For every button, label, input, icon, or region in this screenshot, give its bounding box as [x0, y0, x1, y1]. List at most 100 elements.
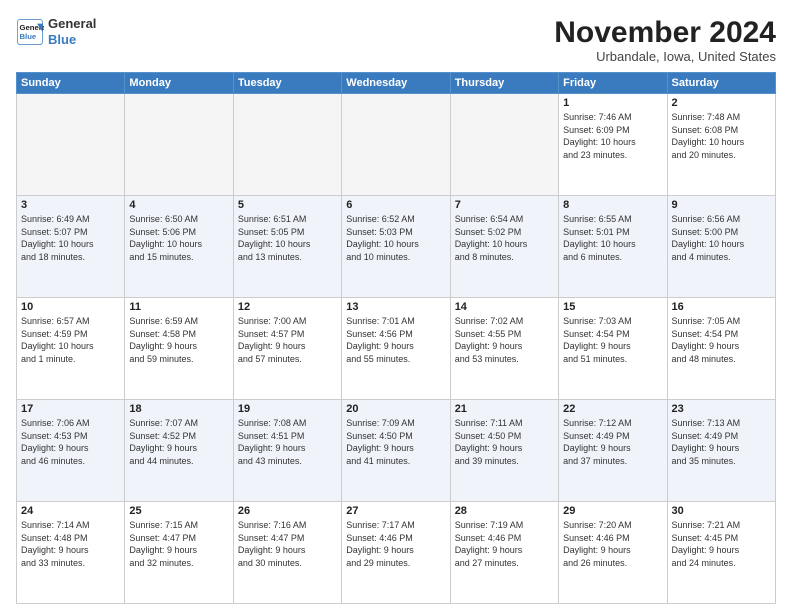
table-row: 15 Sunrise: 7:03 AM Sunset: 4:54 PM Dayli… [559, 298, 667, 400]
page: General Blue General Blue November 2024 … [0, 0, 792, 612]
table-row: 12Sunrise: 7:00 AM Sunset: 4:57 PM Dayli… [233, 298, 341, 400]
col-monday: Monday [125, 73, 233, 94]
table-row: 2Sunrise: 7:48 AM Sunset: 6:08 PM Daylig… [667, 94, 775, 196]
svg-text:Blue: Blue [20, 32, 37, 41]
day-number: 18 [129, 403, 228, 415]
day-number: 5 [238, 199, 337, 211]
day-info: Sunrise: 7:11 AM Sunset: 4:50 PM Dayligh… [455, 417, 554, 467]
day-info: Sunrise: 6:59 AM Sunset: 4:58 PM Dayligh… [129, 315, 228, 365]
table-row: 27 Sunrise: 7:17 AM Sunset: 4:46 PM Dayli… [342, 502, 450, 604]
day-number: 28 [455, 505, 554, 517]
day-number: 3 [21, 199, 120, 211]
table-row [17, 94, 125, 196]
day-number: 25 [129, 505, 228, 517]
day-info: Sunrise: 7:00 AM Sunset: 4:57 PM Dayligh… [238, 315, 337, 365]
table-row: 7Sunrise: 6:54 AM Sunset: 5:02 PM Daylig… [450, 196, 558, 298]
col-saturday: Saturday [667, 73, 775, 94]
day-info: Sunrise: 7:14 AM Sunset: 4:48 PM Dayligh… [21, 519, 120, 569]
calendar-week-row: 3 Sunrise: 6:49 AM Sunset: 5:07 PM Daylig… [17, 196, 776, 298]
col-friday: Friday [559, 73, 667, 94]
col-sunday: Sunday [17, 73, 125, 94]
day-number: 1 [563, 97, 662, 109]
col-wednesday: Wednesday [342, 73, 450, 94]
day-number: 27 [346, 505, 445, 517]
table-row: 17 Sunrise: 7:06 AM Sunset: 4:53 PM Dayli… [17, 400, 125, 502]
table-row [342, 94, 450, 196]
table-row: 14 Sunrise: 7:02 AM Sunset: 4:55 PM Dayli… [450, 298, 558, 400]
month-title: November 2024 [554, 16, 776, 49]
logo-text-line2: Blue [48, 32, 96, 48]
location-subtitle: Urbandale, Iowa, United States [554, 49, 776, 64]
calendar-week-row: 1 Sunrise: 7:46 AM Sunset: 6:09 PM Daylig… [17, 94, 776, 196]
day-number: 6 [346, 199, 445, 211]
table-row: 16 Sunrise: 7:05 AM Sunset: 4:54 PM Dayli… [667, 298, 775, 400]
day-number: 15 [563, 301, 662, 313]
day-number: 21 [455, 403, 554, 415]
day-info: Sunrise: 7:46 AM Sunset: 6:09 PM Dayligh… [563, 111, 662, 161]
calendar-table: Sunday Monday Tuesday Wednesday Thursday… [16, 72, 776, 604]
table-row: 21 Sunrise: 7:11 AM Sunset: 4:50 PM Dayli… [450, 400, 558, 502]
title-block: November 2024 Urbandale, Iowa, United St… [554, 16, 776, 64]
table-row: 29 Sunrise: 7:20 AM Sunset: 4:46 PM Dayli… [559, 502, 667, 604]
day-number: 7 [455, 199, 554, 211]
table-row: 1 Sunrise: 7:46 AM Sunset: 6:09 PM Daylig… [559, 94, 667, 196]
day-info: Sunrise: 6:49 AM Sunset: 5:07 PM Dayligh… [21, 213, 120, 263]
day-info: Sunrise: 7:07 AM Sunset: 4:52 PM Dayligh… [129, 417, 228, 467]
table-row: 28 Sunrise: 7:19 AM Sunset: 4:46 PM Dayli… [450, 502, 558, 604]
day-number: 23 [672, 403, 771, 415]
day-info: Sunrise: 7:19 AM Sunset: 4:46 PM Dayligh… [455, 519, 554, 569]
day-number: 14 [455, 301, 554, 313]
day-info: Sunrise: 7:03 AM Sunset: 4:54 PM Dayligh… [563, 315, 662, 365]
day-number: 24 [21, 505, 120, 517]
day-info: Sunrise: 6:50 AM Sunset: 5:06 PM Dayligh… [129, 213, 228, 263]
table-row: 8 Sunrise: 6:55 AM Sunset: 5:01 PM Daylig… [559, 196, 667, 298]
table-row: 3 Sunrise: 6:49 AM Sunset: 5:07 PM Daylig… [17, 196, 125, 298]
day-info: Sunrise: 6:55 AM Sunset: 5:01 PM Dayligh… [563, 213, 662, 263]
day-info: Sunrise: 7:12 AM Sunset: 4:49 PM Dayligh… [563, 417, 662, 467]
table-row: 25 Sunrise: 7:15 AM Sunset: 4:47 PM Dayli… [125, 502, 233, 604]
day-info: Sunrise: 7:01 AM Sunset: 4:56 PM Dayligh… [346, 315, 445, 365]
table-row: 23 Sunrise: 7:13 AM Sunset: 4:49 PM Dayli… [667, 400, 775, 502]
day-info: Sunrise: 7:48 AM Sunset: 6:08 PM Dayligh… [672, 111, 771, 161]
table-row: 5Sunrise: 6:51 AM Sunset: 5:05 PM Daylig… [233, 196, 341, 298]
table-row: 18 Sunrise: 7:07 AM Sunset: 4:52 PM Dayli… [125, 400, 233, 502]
col-tuesday: Tuesday [233, 73, 341, 94]
calendar-week-row: 24 Sunrise: 7:14 AM Sunset: 4:48 PM Dayli… [17, 502, 776, 604]
day-info: Sunrise: 7:05 AM Sunset: 4:54 PM Dayligh… [672, 315, 771, 365]
day-number: 22 [563, 403, 662, 415]
calendar-header-row: Sunday Monday Tuesday Wednesday Thursday… [17, 73, 776, 94]
table-row: 13Sunrise: 7:01 AM Sunset: 4:56 PM Dayli… [342, 298, 450, 400]
day-number: 16 [672, 301, 771, 313]
day-info: Sunrise: 7:13 AM Sunset: 4:49 PM Dayligh… [672, 417, 771, 467]
table-row: 6 Sunrise: 6:52 AM Sunset: 5:03 PM Daylig… [342, 196, 450, 298]
col-thursday: Thursday [450, 73, 558, 94]
day-number: 20 [346, 403, 445, 415]
calendar-week-row: 17 Sunrise: 7:06 AM Sunset: 4:53 PM Dayli… [17, 400, 776, 502]
day-info: Sunrise: 7:02 AM Sunset: 4:55 PM Dayligh… [455, 315, 554, 365]
day-number: 26 [238, 505, 337, 517]
day-number: 10 [21, 301, 120, 313]
table-row [125, 94, 233, 196]
day-info: Sunrise: 7:16 AM Sunset: 4:47 PM Dayligh… [238, 519, 337, 569]
day-info: Sunrise: 7:17 AM Sunset: 4:46 PM Dayligh… [346, 519, 445, 569]
day-info: Sunrise: 7:15 AM Sunset: 4:47 PM Dayligh… [129, 519, 228, 569]
table-row: 24 Sunrise: 7:14 AM Sunset: 4:48 PM Dayli… [17, 502, 125, 604]
logo-text-line1: General [48, 16, 96, 32]
logo: General Blue General Blue [16, 16, 96, 47]
table-row: 19Sunrise: 7:08 AM Sunset: 4:51 PM Dayli… [233, 400, 341, 502]
table-row: 11Sunrise: 6:59 AM Sunset: 4:58 PM Dayli… [125, 298, 233, 400]
calendar-week-row: 10Sunrise: 6:57 AM Sunset: 4:59 PM Dayli… [17, 298, 776, 400]
logo-icon: General Blue [16, 18, 44, 46]
day-number: 17 [21, 403, 120, 415]
day-info: Sunrise: 7:06 AM Sunset: 4:53 PM Dayligh… [21, 417, 120, 467]
day-number: 8 [563, 199, 662, 211]
day-number: 29 [563, 505, 662, 517]
day-info: Sunrise: 6:56 AM Sunset: 5:00 PM Dayligh… [672, 213, 771, 263]
day-info: Sunrise: 7:21 AM Sunset: 4:45 PM Dayligh… [672, 519, 771, 569]
day-info: Sunrise: 7:20 AM Sunset: 4:46 PM Dayligh… [563, 519, 662, 569]
table-row [233, 94, 341, 196]
table-row: 30 Sunrise: 7:21 AM Sunset: 4:45 PM Dayli… [667, 502, 775, 604]
day-number: 30 [672, 505, 771, 517]
table-row [450, 94, 558, 196]
day-info: Sunrise: 6:52 AM Sunset: 5:03 PM Dayligh… [346, 213, 445, 263]
